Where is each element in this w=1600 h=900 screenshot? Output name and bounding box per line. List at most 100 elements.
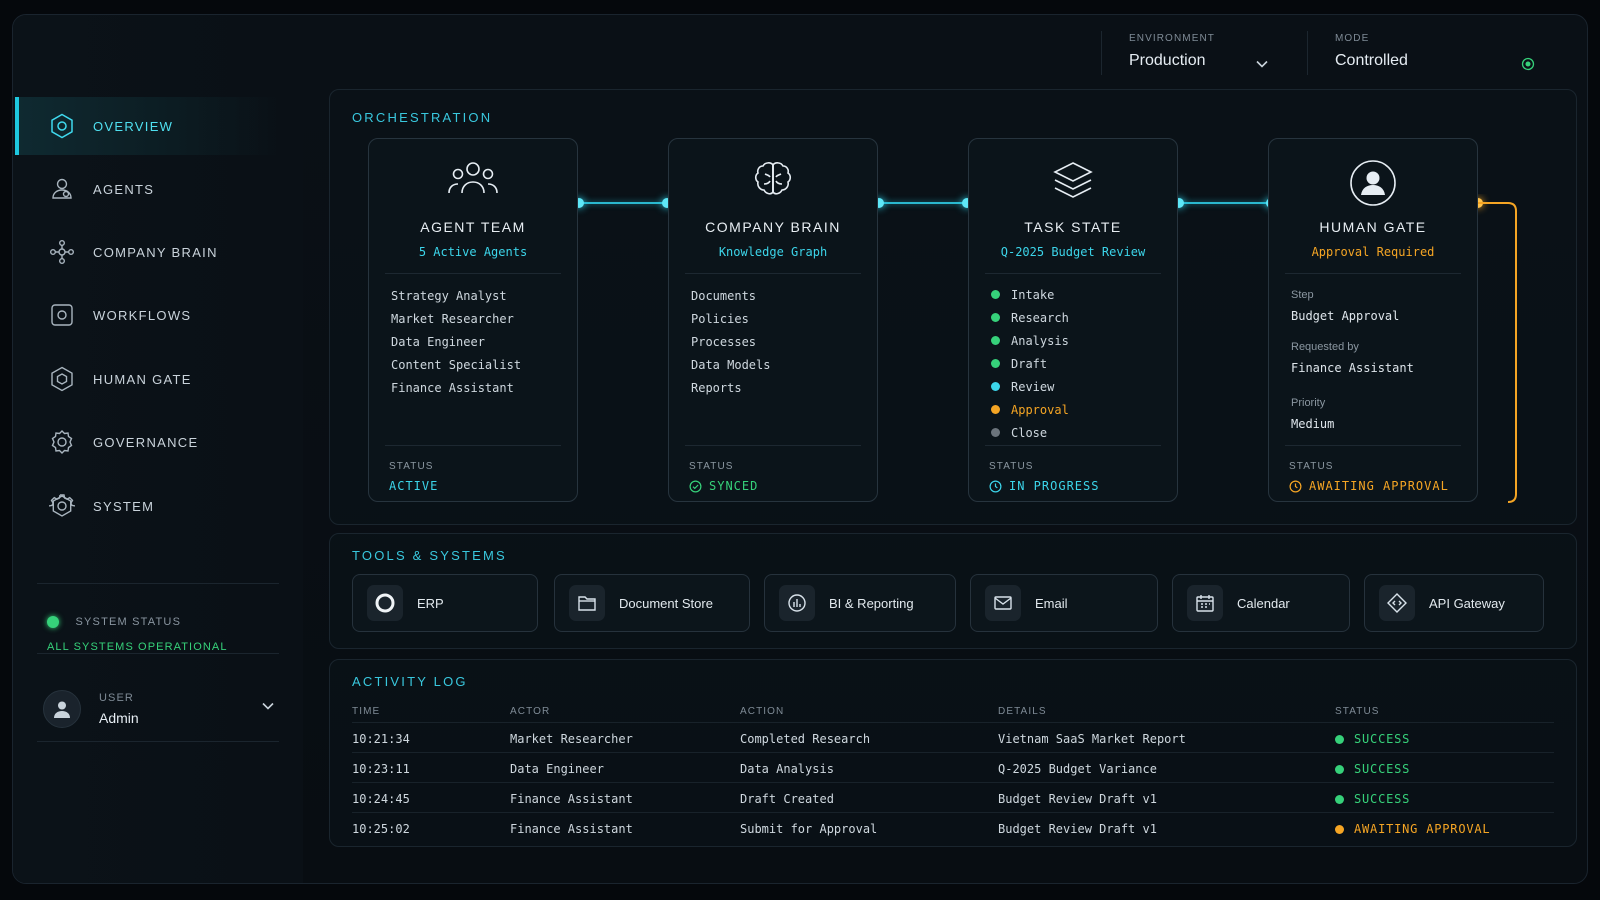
system-status-value: ALL SYSTEMS OPERATIONAL — [47, 641, 228, 653]
sidebar: OVERVIEW AGENTS COMPANY BRAIN WORKFLOWS — [13, 15, 303, 883]
activity-log-panel: ACTIVITY LOG TIME ACTOR ACTION DETAILS S… — [329, 659, 1577, 847]
human-gate-card[interactable]: HUMAN GATE Approval Required Step Budget… — [1268, 138, 1478, 502]
divider — [685, 445, 861, 446]
cell-details: Vietnam SaaS Market Report — [998, 732, 1186, 746]
tool-calendar[interactable]: Calendar — [1172, 574, 1350, 632]
field-label: Step — [1291, 289, 1314, 301]
tool-email[interactable]: Email — [970, 574, 1158, 632]
chevron-down-icon[interactable] — [261, 699, 275, 718]
folder-icon — [569, 585, 605, 621]
divider — [1307, 31, 1308, 75]
system-status-label: SYSTEM STATUS — [75, 615, 182, 628]
table-row[interactable]: 10:24:45 Finance Assistant Draft Created… — [352, 782, 1554, 812]
cell-actor: Data Engineer — [510, 762, 604, 776]
step-item: Approval — [991, 398, 1069, 421]
user-menu[interactable]: USER Admin — [43, 687, 275, 731]
card-subtitle: 5 Active Agents — [418, 245, 528, 259]
cell-actor: Finance Assistant — [510, 822, 633, 836]
sidebar-item-overview[interactable]: OVERVIEW — [15, 97, 279, 155]
orchestration-title: ORCHESTRATION — [352, 110, 493, 125]
card-title: TASK STATE — [1024, 219, 1122, 235]
status-badge: SYNCED — [689, 479, 758, 493]
tool-label: ERP — [417, 595, 444, 611]
mail-icon — [985, 585, 1021, 621]
task-state-card[interactable]: TASK STATE Q-2025 Budget Review Intake R… — [968, 138, 1178, 502]
status-dot-icon — [47, 615, 59, 628]
code-diamond-icon — [1379, 585, 1415, 621]
mode-label: MODE — [1335, 33, 1370, 44]
cell-status: SUCCESS — [1335, 792, 1410, 806]
tool-label: Email — [1035, 595, 1068, 611]
list-item: Market Researcher — [391, 312, 514, 326]
cell-status: AWAITING APPROVAL — [1335, 822, 1490, 836]
agent-list: Strategy Analyst Market Researcher Data … — [391, 289, 521, 404]
cell-details: Budget Review Draft v1 — [998, 792, 1157, 806]
tools-panel: TOOLS & SYSTEMS ERP Document Store BI & … — [329, 533, 1577, 649]
tool-document-store[interactable]: Document Store — [554, 574, 750, 632]
cell-status: SUCCESS — [1335, 732, 1410, 746]
cell-actor: Market Researcher — [510, 732, 633, 746]
status-dot-icon — [1335, 824, 1344, 834]
field-value: Budget Approval — [1291, 309, 1400, 323]
sidebar-item-label: WORKFLOWS — [93, 307, 192, 323]
knowledge-list: Documents Policies Processes Data Models… — [691, 289, 770, 404]
list-item: Content Specialist — [391, 358, 522, 372]
tool-label: API Gateway — [1429, 595, 1505, 611]
cell-time: 10:25:02 — [352, 822, 410, 836]
sidebar-item-company-brain[interactable]: COMPANY BRAIN — [15, 223, 279, 281]
list-item: Documents — [691, 289, 757, 303]
divider — [1285, 273, 1461, 274]
mode-select[interactable]: MODE Controlled — [1335, 33, 1535, 71]
field-label: Requested by — [1291, 341, 1359, 353]
table-row[interactable]: 10:23:11 Data Engineer Data Analysis Q-2… — [352, 752, 1554, 782]
card-subtitle: Knowledge Graph — [718, 245, 828, 259]
cell-details: Budget Review Draft v1 — [998, 822, 1157, 836]
sidebar-item-label: COMPANY BRAIN — [93, 244, 218, 260]
tool-erp[interactable]: ERP — [352, 574, 538, 632]
app-window: OVERVIEW AGENTS COMPANY BRAIN WORKFLOWS — [12, 14, 1588, 884]
column-header-action: ACTION — [740, 706, 785, 717]
step-item: Research — [991, 306, 1069, 329]
tool-bi-reporting[interactable]: BI & Reporting — [764, 574, 956, 632]
step-dot-icon — [991, 382, 1000, 391]
status-label: STATUS — [689, 461, 734, 472]
tool-label: Document Store — [619, 595, 713, 611]
team-icon — [369, 159, 577, 201]
orchestration-panel: ORCHESTRATION AGENT TEAM 5 Active Agents… — [329, 89, 1577, 525]
workflow-icon — [49, 302, 75, 328]
table-row[interactable]: 10:25:02 Finance Assistant Submit for Ap… — [352, 812, 1554, 842]
environment-select[interactable]: ENVIRONMENT Production — [1129, 33, 1269, 70]
brain-icon — [669, 159, 877, 203]
sidebar-item-governance[interactable]: GOVERNANCE — [15, 413, 279, 471]
sidebar-item-label: AGENTS — [93, 181, 155, 197]
mode-indicator-icon — [1521, 57, 1535, 76]
cell-time: 10:23:11 — [352, 762, 410, 776]
divider — [985, 445, 1161, 446]
shield-icon — [49, 366, 75, 392]
status-label: STATUS — [389, 461, 434, 472]
step-dot-icon — [991, 405, 1000, 414]
status-badge: AWAITING APPROVAL — [1289, 479, 1449, 493]
sidebar-item-agents[interactable]: AGENTS — [15, 160, 279, 218]
chart-icon — [779, 585, 815, 621]
sidebar-item-system[interactable]: SYSTEM — [15, 477, 279, 535]
status-dot-icon — [1335, 794, 1344, 804]
tool-api-gateway[interactable]: API Gateway — [1364, 574, 1544, 632]
divider — [685, 273, 861, 274]
sidebar-item-human-gate[interactable]: HUMAN GATE — [15, 350, 279, 408]
tools-title: TOOLS & SYSTEMS — [352, 548, 507, 563]
sidebar-item-label: GOVERNANCE — [93, 434, 199, 450]
list-item: Data Models — [691, 358, 771, 372]
table-row[interactable]: 10:21:34 Market Researcher Completed Res… — [352, 722, 1554, 752]
sidebar-item-workflows[interactable]: WORKFLOWS — [15, 286, 279, 344]
divider — [37, 653, 279, 654]
status-label: STATUS — [989, 461, 1034, 472]
layers-icon — [969, 159, 1177, 203]
cell-action: Draft Created — [740, 792, 834, 806]
agent-team-card[interactable]: AGENT TEAM 5 Active Agents Strategy Anal… — [368, 138, 578, 502]
connector-line — [1180, 202, 1270, 204]
step-item: Intake — [991, 283, 1069, 306]
cell-actor: Finance Assistant — [510, 792, 633, 806]
company-brain-card[interactable]: COMPANY BRAIN Knowledge Graph Documents … — [668, 138, 878, 502]
check-circle-icon — [689, 480, 702, 492]
